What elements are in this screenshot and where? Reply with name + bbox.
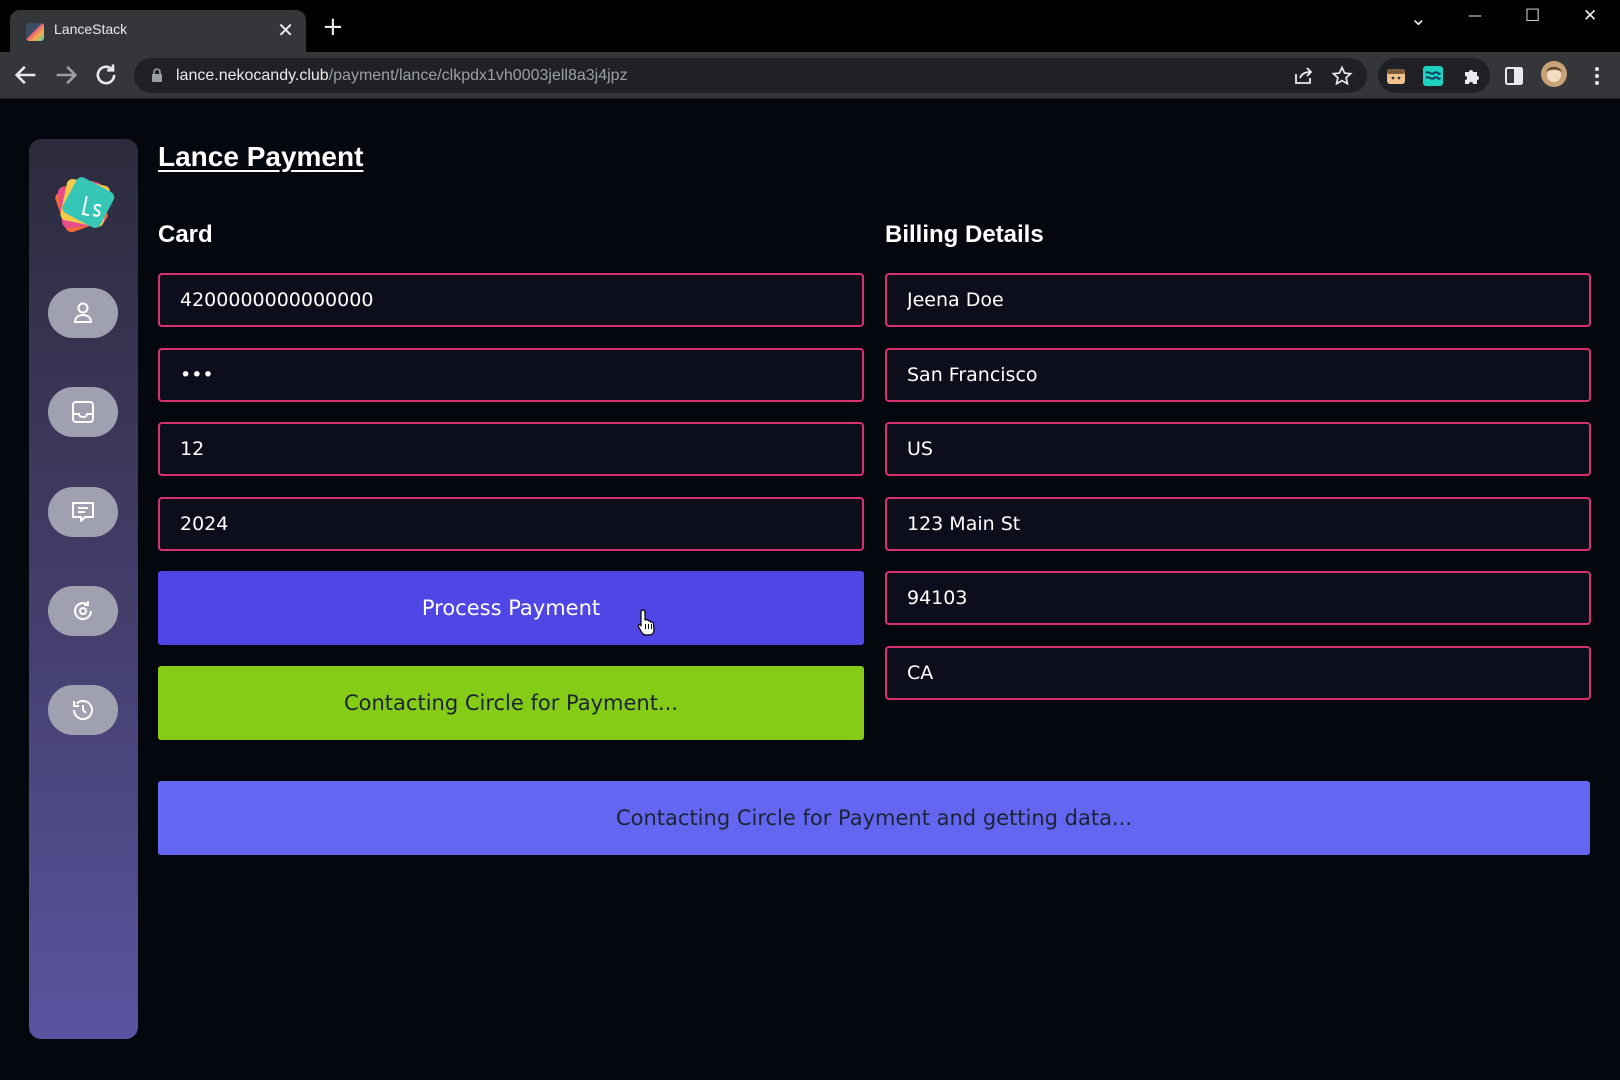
- cvv-field: [158, 348, 864, 402]
- browser-titlebar: LanceStack ✕ + ⌄ — ☐ ✕: [0, 0, 1620, 52]
- tab-title: LanceStack: [54, 21, 128, 37]
- menu-kebab-icon[interactable]: [1586, 65, 1608, 87]
- cat-extension-icon[interactable]: [1386, 66, 1406, 86]
- browser-tab[interactable]: LanceStack ✕: [10, 10, 306, 52]
- billing-address-input[interactable]: [887, 499, 1589, 549]
- url-path: /payment/lance/clkpdx1vh0003jell8a3j4jpz: [328, 67, 628, 84]
- sidebar-item-messages[interactable]: [48, 487, 118, 537]
- chat-icon: [72, 502, 94, 522]
- user-icon: [73, 302, 93, 323]
- close-window-button[interactable]: ✕: [1583, 6, 1597, 26]
- sidebar-item-activity[interactable]: [48, 586, 118, 636]
- billing-city-field: [885, 348, 1591, 402]
- sidebar-item-history[interactable]: [48, 685, 118, 735]
- card-number-input[interactable]: [160, 275, 862, 325]
- billing-district-input[interactable]: [887, 648, 1589, 698]
- billing-name-input[interactable]: [887, 275, 1589, 325]
- sidebar: [29, 139, 138, 1039]
- hand-pointer-cursor-icon: [637, 609, 655, 636]
- minimize-button[interactable]: —: [1468, 8, 1482, 24]
- cvv-input[interactable]: [160, 350, 862, 400]
- page-title: Lance Payment: [158, 141, 364, 172]
- exp-year-input[interactable]: [160, 499, 862, 549]
- back-icon[interactable]: [12, 61, 40, 89]
- card-section-title: Card: [158, 221, 213, 248]
- profile-avatar-icon[interactable]: [1541, 61, 1567, 87]
- address-bar[interactable]: lance.nekocandy.club/payment/lance/clkpd…: [134, 58, 1367, 93]
- sidebar-item-inbox[interactable]: [48, 387, 118, 437]
- extensions-group: [1378, 58, 1490, 93]
- inbox-icon: [72, 401, 94, 423]
- billing-postal-code-field: [885, 571, 1591, 625]
- billing-country-input[interactable]: [887, 424, 1589, 474]
- payment-status-bar: Contacting Circle for Payment and gettin…: [158, 781, 1590, 855]
- wave-extension-icon[interactable]: [1423, 66, 1443, 86]
- new-tab-button[interactable]: +: [322, 14, 344, 40]
- tab-close-button[interactable]: ✕: [277, 18, 294, 42]
- billing-postal-code-input[interactable]: [887, 573, 1589, 623]
- contacting-circle-button[interactable]: Contacting Circle for Payment...: [158, 666, 864, 740]
- url-text[interactable]: lance.nekocandy.club/payment/lance/clkpd…: [176, 67, 628, 85]
- tab-search-button[interactable]: ⌄: [1410, 6, 1427, 30]
- share-icon[interactable]: [1292, 65, 1314, 87]
- billing-address-field: [885, 497, 1591, 551]
- billing-section-title: Billing Details: [885, 221, 1044, 248]
- browser-toolbar: lance.nekocandy.club/payment/lance/clkpd…: [0, 52, 1620, 99]
- exp-year-field: [158, 497, 864, 551]
- billing-country-field: [885, 422, 1591, 476]
- billing-city-input[interactable]: [887, 350, 1589, 400]
- forward-icon[interactable]: [52, 61, 80, 89]
- side-panel-icon[interactable]: [1503, 65, 1525, 87]
- history-icon: [72, 700, 93, 721]
- exp-month-field: [158, 422, 864, 476]
- url-domain: lance.nekocandy.club: [176, 67, 329, 84]
- puzzle-extensions-icon[interactable]: [1462, 66, 1482, 86]
- bookmark-star-icon[interactable]: [1331, 65, 1353, 87]
- refresh-icon: [74, 601, 93, 620]
- lancestack-logo-icon[interactable]: [49, 175, 117, 235]
- process-payment-button[interactable]: Process Payment: [158, 571, 864, 645]
- reload-icon[interactable]: [92, 61, 120, 89]
- card-number-field: [158, 273, 864, 327]
- billing-district-field: [885, 646, 1591, 700]
- lock-icon[interactable]: [150, 68, 164, 82]
- billing-name-field: [885, 273, 1591, 327]
- maximize-button[interactable]: ☐: [1525, 6, 1540, 26]
- sidebar-item-profile[interactable]: [48, 288, 118, 338]
- tab-favicon-icon: [26, 23, 44, 41]
- exp-month-input[interactable]: [160, 424, 862, 474]
